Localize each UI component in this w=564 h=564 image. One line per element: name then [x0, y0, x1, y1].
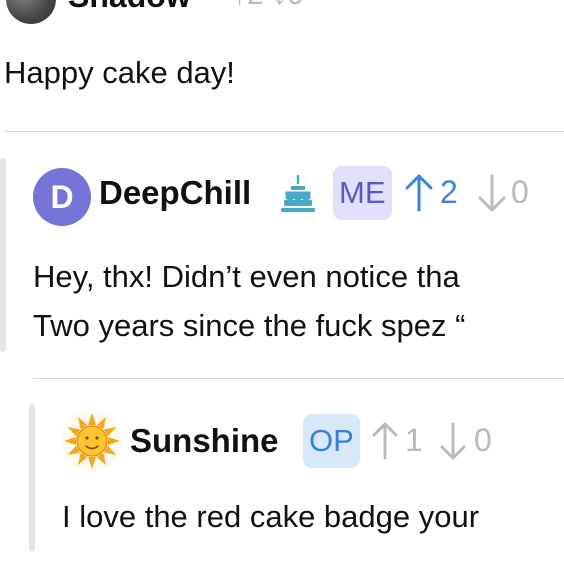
- downvote-count: 0: [474, 422, 492, 458]
- cake-day-icon: [281, 174, 315, 212]
- upvote-count: 2: [247, 0, 264, 11]
- vote-counts: ↑2 ↓0: [232, 0, 304, 12]
- avatar-letter: D: [50, 178, 74, 215]
- comment-author[interactable]: DeepChill: [99, 174, 251, 212]
- sun-avatar[interactable]: [61, 410, 123, 472]
- thread-line[interactable]: [29, 404, 35, 551]
- comment-line: Hey, thx! Didn’t even notice tha: [33, 259, 460, 294]
- avatar[interactable]: [6, 0, 56, 24]
- downvote-icon[interactable]: [436, 420, 470, 462]
- downvote-icon[interactable]: ↓: [272, 0, 287, 11]
- upvote-icon[interactable]: [401, 172, 437, 214]
- upvote-count: 2: [440, 174, 458, 210]
- comment-author[interactable]: Sunshine: [130, 422, 279, 460]
- divider: [33, 378, 564, 379]
- downvote-count: 0: [287, 0, 304, 11]
- comment-body: I love the red cake badge your: [62, 499, 480, 534]
- downvote-count: 0: [511, 174, 529, 210]
- upvote-icon[interactable]: [368, 420, 402, 462]
- comment-body: Happy cake day!: [4, 55, 235, 90]
- sun-icon: [64, 413, 120, 469]
- thread-line[interactable]: [0, 158, 6, 352]
- avatar[interactable]: D: [33, 168, 91, 226]
- comment-author[interactable]: Shadow: [68, 0, 191, 15]
- upvote-icon[interactable]: ↑: [232, 0, 247, 11]
- op-badge: OP: [303, 414, 360, 468]
- downvote-icon[interactable]: [474, 172, 510, 214]
- divider: [4, 131, 564, 132]
- upvote-count: 1: [405, 422, 423, 458]
- comment-body: Hey, thx! Didn’t even notice tha Two yea…: [33, 252, 465, 350]
- comment-line: Two years since the fuck spez “: [33, 308, 466, 343]
- me-badge: ME: [333, 166, 392, 220]
